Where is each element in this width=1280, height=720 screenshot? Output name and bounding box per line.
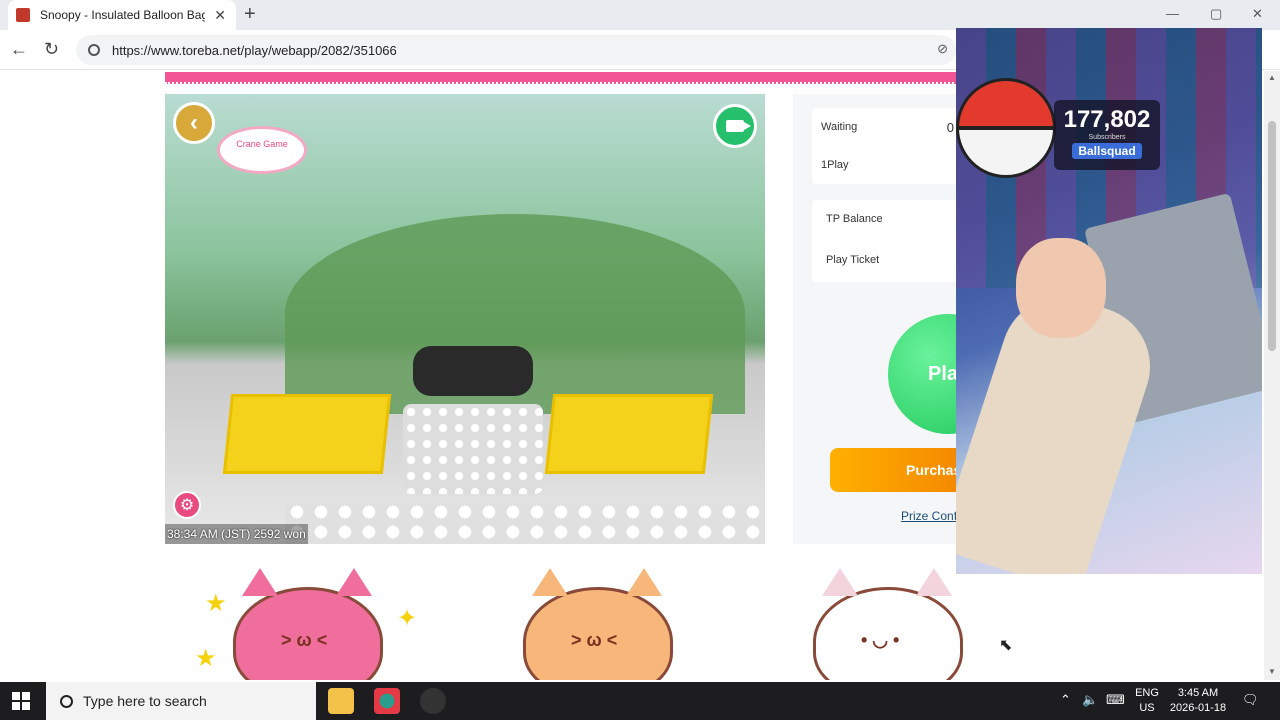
taskbar-search-placeholder: Type here to search bbox=[83, 693, 207, 709]
restore-icon[interactable]: ▢ bbox=[1210, 6, 1222, 22]
obs-app-icon[interactable] bbox=[420, 688, 446, 714]
close-window-icon[interactable]: ✕ bbox=[1252, 6, 1263, 22]
stream-caption: 38:34 AM (JST) 2592 won bbox=[165, 524, 308, 544]
cat-face: > ω < bbox=[281, 630, 328, 650]
cat-ear bbox=[626, 568, 662, 596]
close-tab-icon[interactable]: ✕ bbox=[214, 7, 226, 24]
page-scrollbar[interactable]: ▲ ▼ bbox=[1264, 71, 1280, 680]
windows-taskbar: Type here to search ⌃ 🔈 ⌨ ENG US 3:45 AM… bbox=[0, 682, 1280, 720]
keyboard-icon[interactable]: ⌨ bbox=[1106, 692, 1125, 708]
cat-ear bbox=[916, 568, 952, 596]
tp-balance-label: TP Balance bbox=[826, 213, 883, 225]
ball-pile bbox=[403, 404, 543, 494]
crane-video-stream: Crane Game ‹ ⚙ 38:34 AM (JST) 2592 won bbox=[165, 94, 765, 544]
input-language[interactable]: ENG US bbox=[1132, 686, 1162, 716]
channel-name: Ballsquad bbox=[1072, 143, 1142, 159]
play-ticket-label: Play Ticket bbox=[826, 254, 880, 266]
clock-date: 2026-01-18 bbox=[1169, 702, 1227, 714]
site-info-icon[interactable] bbox=[88, 44, 100, 56]
cat-face: > ω < bbox=[571, 630, 618, 650]
cat-ear bbox=[532, 568, 568, 596]
taskbar-clock[interactable]: 3:45 AM 2026-01-18 bbox=[1168, 686, 1228, 716]
reload-icon[interactable]: ↻ bbox=[44, 39, 59, 60]
volume-icon[interactable]: 🔈 bbox=[1082, 692, 1098, 708]
floor-balls bbox=[285, 502, 765, 544]
address-bar[interactable]: https://www.toreba.net/play/webapp/2082/… bbox=[76, 35, 956, 65]
cat-banner: ★ ★ ✦ > ω < > ω < • ◡ • ⬉ bbox=[165, 559, 1103, 680]
webcam-overlay: 177,802 Subscribers Ballsquad bbox=[956, 28, 1262, 574]
yellow-tray bbox=[222, 394, 392, 474]
language-code: ENG bbox=[1135, 687, 1159, 699]
scroll-up-arrow-icon[interactable]: ▲ bbox=[1268, 73, 1276, 82]
subscriber-counter: 177,802 Subscribers Ballsquad bbox=[1054, 100, 1160, 170]
star-decoration: ★ bbox=[205, 590, 227, 617]
language-region: US bbox=[1139, 702, 1155, 714]
one-play-label: 1Play bbox=[821, 159, 849, 171]
yellow-tray bbox=[544, 394, 714, 474]
settings-gear-icon[interactable]: ⚙ bbox=[173, 491, 201, 519]
file-explorer-icon[interactable] bbox=[328, 688, 354, 714]
video-camera-icon bbox=[726, 120, 751, 132]
tracking-eye-off-icon[interactable]: ⊘ bbox=[937, 41, 948, 57]
cat-ear bbox=[242, 568, 278, 596]
crane-game-logo: Crane Game bbox=[217, 126, 307, 174]
new-tab-button[interactable]: + bbox=[244, 3, 256, 26]
star-decoration: ✦ bbox=[397, 605, 418, 632]
back-arrow-icon[interactable]: ← bbox=[10, 39, 28, 60]
notifications-icon[interactable]: 🗨 bbox=[1242, 692, 1259, 708]
tab-title: Snoopy - Insulated Balloon Bag S bbox=[40, 8, 205, 22]
cat-ear bbox=[822, 568, 858, 596]
back-chevron-icon[interactable]: ‹ bbox=[173, 102, 215, 144]
header-pink-bar bbox=[165, 72, 965, 84]
star-decoration: ★ bbox=[195, 645, 217, 672]
waiting-value: 0 bbox=[946, 119, 954, 135]
scrollbar-thumb[interactable] bbox=[1268, 121, 1276, 351]
cat-face: • ◡ • bbox=[861, 630, 900, 650]
pokeball-icon bbox=[956, 78, 1056, 178]
waiting-label: Waiting bbox=[821, 121, 858, 133]
orange-cat-image: > ω < bbox=[523, 568, 673, 680]
white-cat-image: • ◡ • bbox=[813, 568, 963, 680]
camera-switch-button[interactable] bbox=[713, 104, 757, 148]
hand-image bbox=[1016, 238, 1106, 338]
url-text: https://www.toreba.net/play/webapp/2082/… bbox=[112, 42, 397, 58]
site-favicon-icon bbox=[16, 8, 30, 22]
minimize-icon[interactable]: — bbox=[1166, 6, 1179, 21]
cat-ear bbox=[336, 568, 372, 596]
browser-app-icon[interactable] bbox=[374, 688, 400, 714]
show-hidden-icons-chevron-icon[interactable]: ⌃ bbox=[1060, 692, 1071, 708]
windows-start-icon[interactable] bbox=[12, 692, 30, 710]
browser-tab-strip: Snoopy - Insulated Balloon Bag S ✕ + — ▢… bbox=[0, 0, 1280, 30]
scroll-down-arrow-icon[interactable]: ▼ bbox=[1268, 667, 1276, 676]
prize-confirm-link[interactable]: Prize Confi bbox=[901, 509, 960, 523]
pink-cat-image: > ω < bbox=[233, 568, 383, 680]
taskbar-search-box[interactable]: Type here to search bbox=[46, 682, 316, 720]
clock-time: 3:45 AM bbox=[1177, 687, 1219, 699]
browser-tab[interactable]: Snoopy - Insulated Balloon Bag S ✕ bbox=[8, 0, 236, 30]
search-icon bbox=[60, 694, 73, 708]
prize-plate bbox=[413, 346, 533, 396]
subscriber-label: Subscribers bbox=[1088, 134, 1126, 141]
mouse-cursor-icon: ⬉ bbox=[999, 637, 1013, 654]
subscriber-count: 177,802 bbox=[1063, 106, 1151, 133]
